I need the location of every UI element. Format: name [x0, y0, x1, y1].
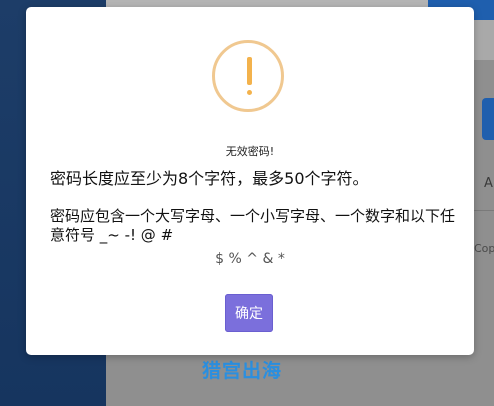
invalid-password-dialog: 无效密码! 密码长度应至少为8个字符，最多50个字符。 密码应包含一个大写字母、…	[26, 7, 474, 355]
warning-icon	[212, 40, 284, 112]
dialog-title: 无效密码!	[225, 145, 275, 158]
exclamation-bar	[247, 57, 252, 85]
app-background: A Cop 猎宫出海 无效密码! 密码长度应至少为8个字符，最多50个字符。 密…	[0, 0, 494, 406]
exclamation-dot	[247, 90, 252, 95]
password-length-message: 密码长度应至少为8个字符，最多50个字符。	[50, 169, 369, 188]
password-composition-message: 密码应包含一个大写字母、一个小写字母、一个数字和以下任意符号 _~ -! @ #	[50, 207, 456, 244]
confirm-button[interactable]: 确定	[225, 294, 273, 332]
password-symbols-message: $ % ^ & *	[215, 251, 285, 267]
